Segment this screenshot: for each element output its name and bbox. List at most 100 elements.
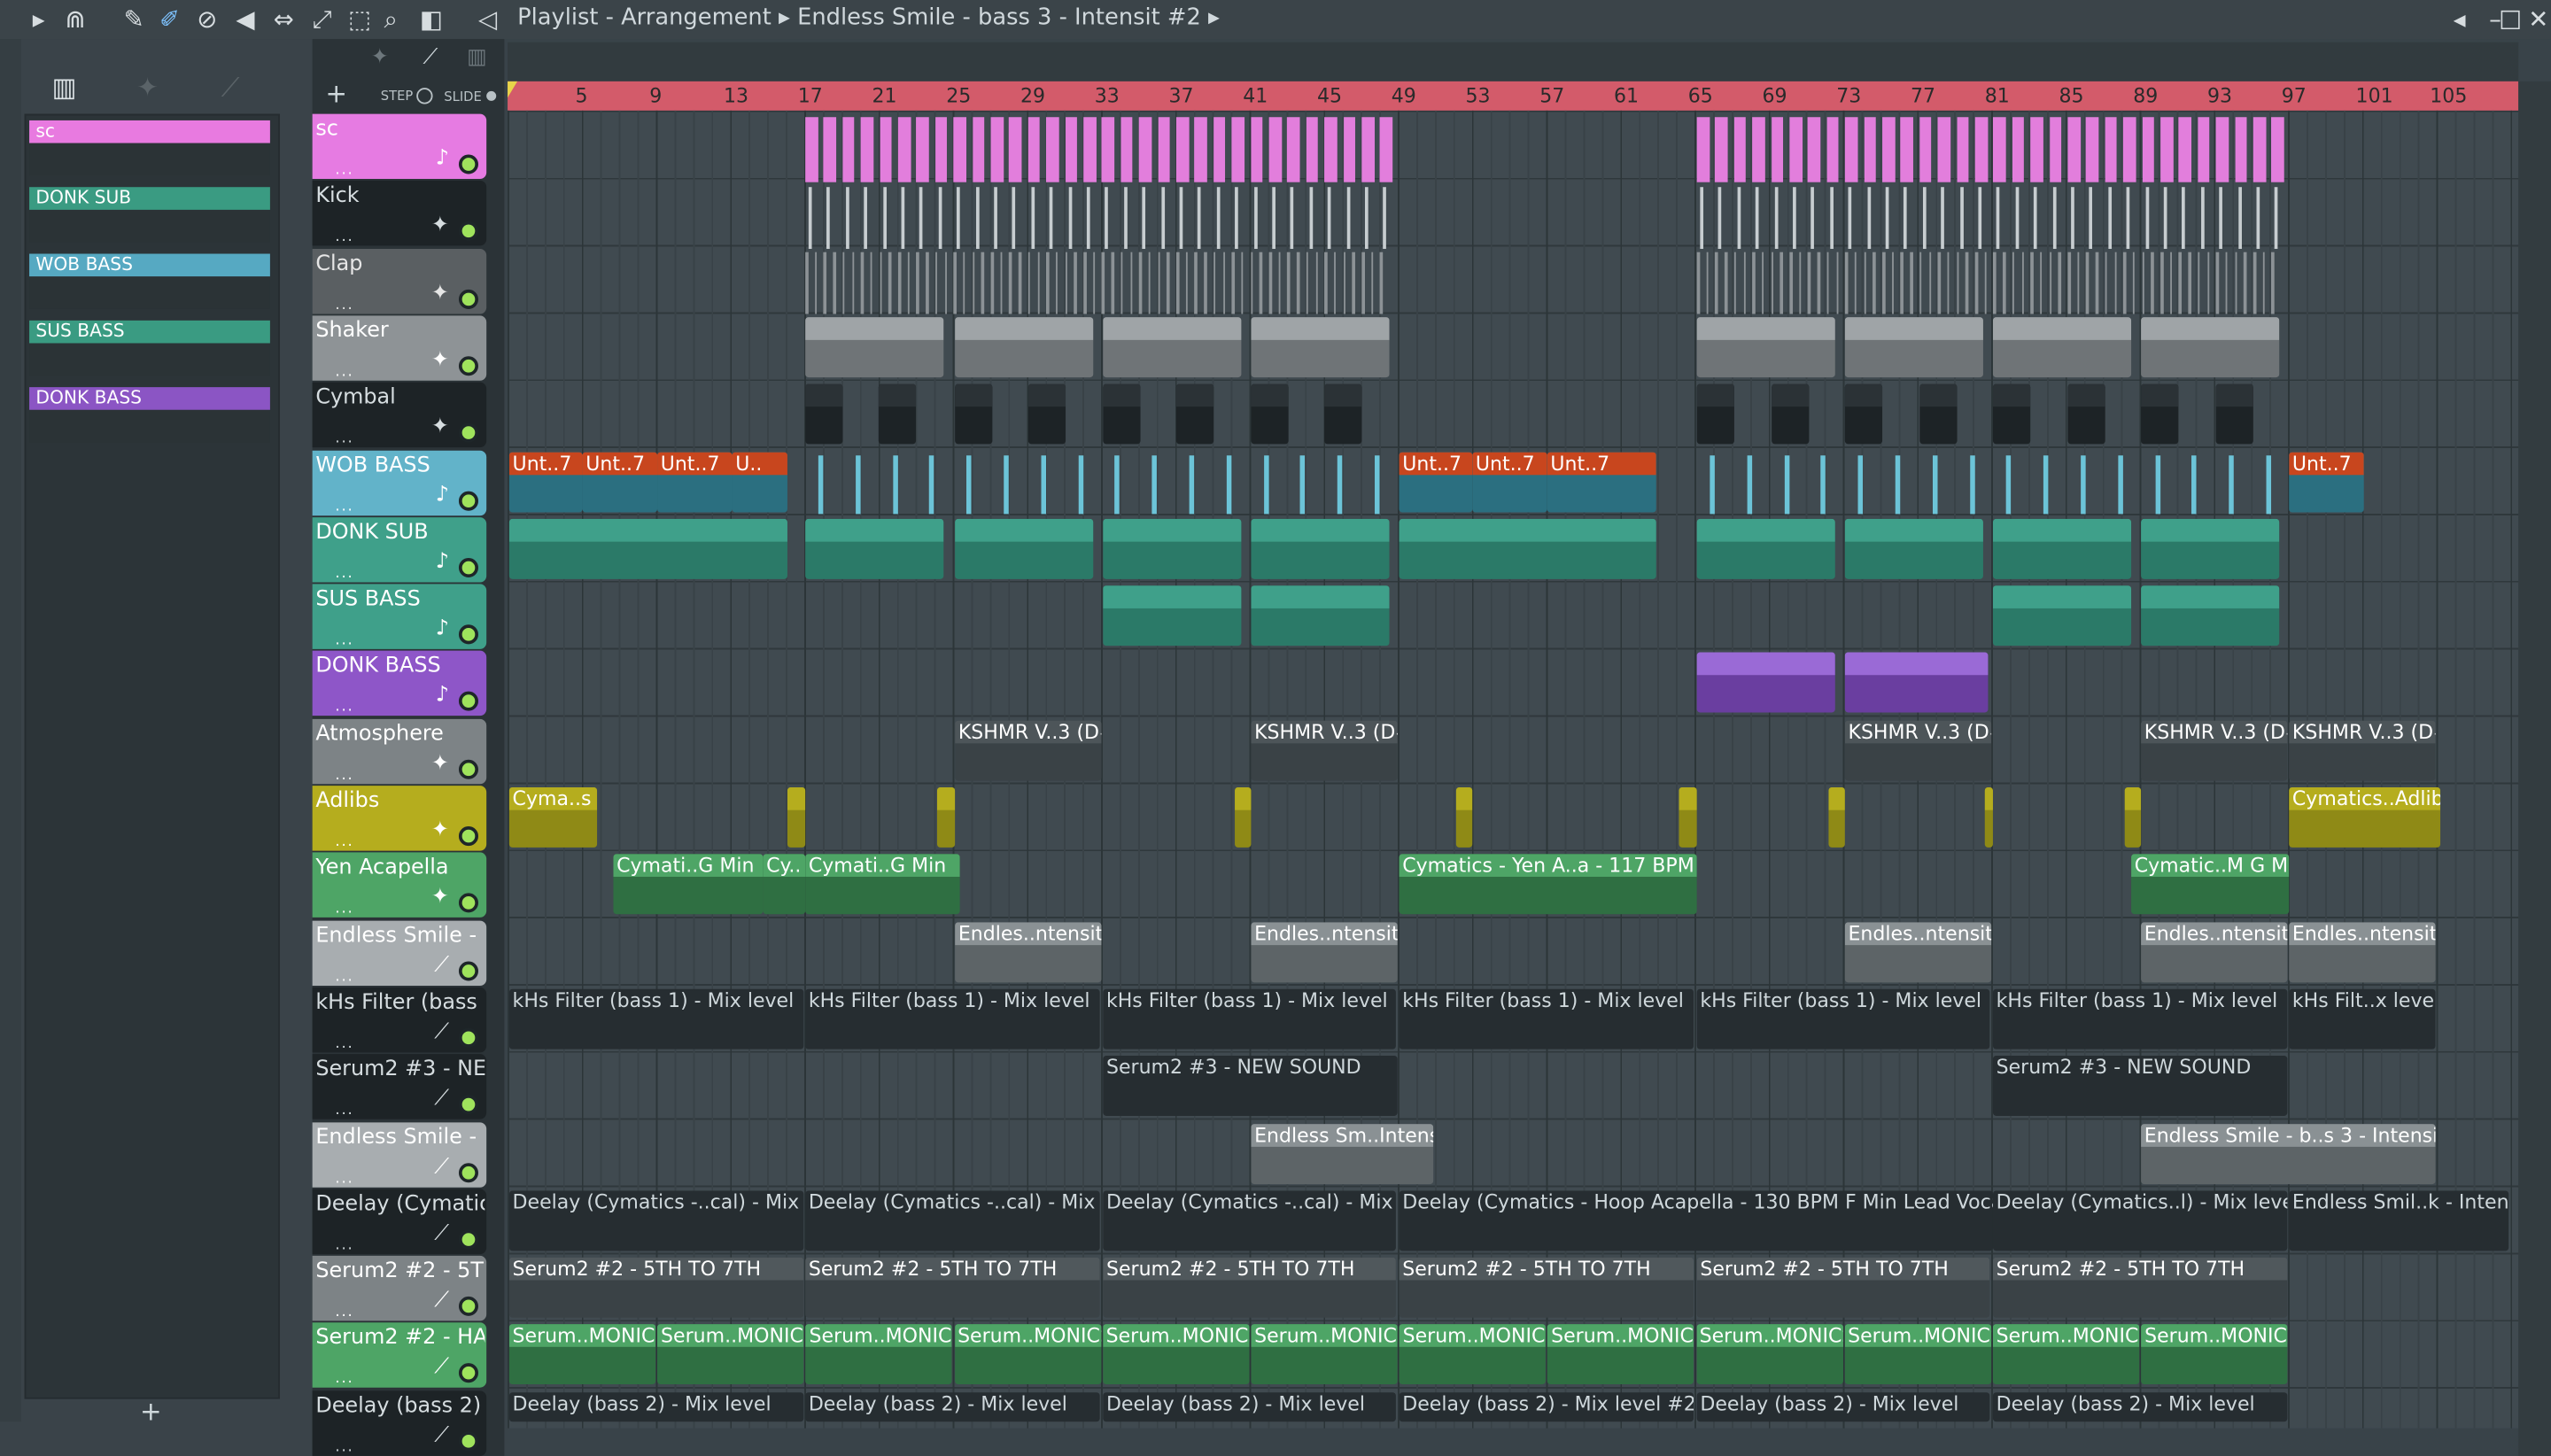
- track-grip[interactable]: ...: [335, 1237, 353, 1253]
- arrow-icon[interactable]: ◂: [2454, 5, 2466, 35]
- cymbal-clip[interactable]: [2215, 383, 2253, 445]
- playlist-clip[interactable]: Unt..7: [1399, 451, 1473, 512]
- add-track-button[interactable]: +: [325, 78, 347, 109]
- song-overview[interactable]: [508, 42, 2519, 81]
- playlist-clip[interactable]: Unt..7: [1472, 451, 1547, 512]
- track-enable-led[interactable]: [458, 826, 478, 847]
- track-grip[interactable]: ...: [335, 834, 353, 850]
- playlist-clip[interactable]: Cymatics - Yen A..a - 117 BPM G Min: [1399, 854, 1697, 915]
- breadcrumb[interactable]: Endless Smile - bass 3 - Intensit #2: [797, 5, 1201, 31]
- playlist-clip[interactable]: Serum2 #2 - 5TH TO 7TH: [508, 1257, 804, 1318]
- track-grip[interactable]: ...: [335, 364, 353, 380]
- playlist-clip[interactable]: Serum..MONICS: [1844, 1324, 1991, 1385]
- playlist-clip[interactable]: kHs Filter (bass 1) - Mix level: [508, 988, 804, 1049]
- playlist-clip[interactable]: U..: [732, 451, 787, 512]
- shaker-clip[interactable]: [805, 316, 944, 377]
- donk-sub-clip[interactable]: [955, 518, 1094, 579]
- playlist-clip[interactable]: kHs Filter (bass 1) - Mix level: [805, 988, 1100, 1049]
- track-enable-led[interactable]: [458, 759, 478, 779]
- close-icon[interactable]: ✕: [2528, 5, 2548, 35]
- track-header[interactable]: Cymbal ✦...: [312, 382, 487, 448]
- donk-bass-clip[interactable]: [1844, 653, 1989, 714]
- track-header[interactable]: SUS BASS ♪...: [312, 584, 487, 650]
- cymbal-clip[interactable]: [878, 383, 917, 445]
- adlib-clip[interactable]: [1235, 786, 1252, 848]
- pattern-item[interactable]: WOB BASS: [29, 253, 270, 313]
- adlib-clip[interactable]: [787, 786, 806, 848]
- adlib-clip[interactable]: [1984, 786, 1993, 848]
- track-header[interactable]: Deelay (Cymatics.. ⟋...: [312, 1189, 487, 1254]
- playlist-clip[interactable]: Deelay (Cymatics -..cal) - Mix level: [508, 1190, 804, 1251]
- playlist-clip[interactable]: Cymatic..M G Min: [2131, 854, 2290, 915]
- track-header[interactable]: Shaker ✦...: [312, 315, 487, 381]
- donk-sub-clip[interactable]: [1103, 518, 1242, 579]
- playlist-clip[interactable]: Endles..ntensit: [955, 921, 1102, 982]
- track-enable-led[interactable]: [458, 490, 478, 510]
- cymbal-clip[interactable]: [1103, 383, 1141, 445]
- playlist-clip[interactable]: Cy..: [763, 854, 806, 915]
- donk-sub-clip[interactable]: [1399, 518, 1656, 579]
- audio-icon[interactable]: ✦: [136, 72, 159, 103]
- shaker-clip[interactable]: [1696, 316, 1835, 377]
- track-enable-led[interactable]: [458, 1162, 478, 1182]
- track-header[interactable]: DONK SUB ♪...: [312, 516, 487, 583]
- track-enable-led[interactable]: [458, 1229, 478, 1250]
- donk-sub-clip[interactable]: [805, 518, 944, 579]
- playlist-clip[interactable]: Deelay (Cymatics -..cal) - Mix level: [1103, 1190, 1396, 1251]
- track-grip[interactable]: ...: [335, 1439, 353, 1455]
- playlist-clip[interactable]: Unt..7: [657, 451, 733, 512]
- playlist-clip[interactable]: kHs Filter (bass 1) - Mix level: [1696, 988, 1990, 1049]
- audio-icon[interactable]: ✦: [371, 45, 389, 70]
- cymbal-clip[interactable]: [1027, 383, 1066, 445]
- playlist-clip[interactable]: Endles..ntensit: [2289, 921, 2436, 982]
- track-header[interactable]: Serum2 #3 - NEW.. ⟋...: [312, 1054, 487, 1119]
- playlist-clip[interactable]: Deelay (bass 2) - Mix level: [1696, 1391, 1990, 1421]
- playlist-clip[interactable]: Endles..ntensit: [1844, 921, 1992, 982]
- shaker-clip[interactable]: [2141, 316, 2280, 377]
- adlib-clip[interactable]: [1679, 786, 1697, 848]
- track-grip[interactable]: ...: [335, 633, 353, 649]
- cymbal-clip[interactable]: [2067, 383, 2105, 445]
- track-enable-led[interactable]: [458, 1363, 478, 1383]
- track-header[interactable]: Deelay (bass 2) -.. ⟋...: [312, 1390, 487, 1456]
- playlist-clip[interactable]: Deelay (bass 2) - Mix level: [805, 1391, 1100, 1421]
- zoom-icon[interactable]: ⌕: [384, 5, 397, 35]
- playlist-clip[interactable]: Serum..MONICS: [1251, 1324, 1398, 1385]
- playlist-clip[interactable]: Serum2 #3 - NEW SOUND: [1992, 1056, 2288, 1117]
- playlist-clip[interactable]: Deelay (Cymatics -..cal) - Mix level: [805, 1190, 1100, 1251]
- pattern-item[interactable]: DONK SUB: [29, 187, 270, 245]
- song-start-marker[interactable]: [508, 81, 518, 98]
- shaker-clip[interactable]: [1103, 316, 1242, 377]
- playlist-clip[interactable]: Serum..MONICS: [954, 1324, 1101, 1385]
- cymbal-clip[interactable]: [1844, 383, 1883, 445]
- track-enable-led[interactable]: [458, 1430, 478, 1451]
- playlist-clip[interactable]: Serum..MONICS: [1102, 1324, 1250, 1385]
- cymbal-clip[interactable]: [1772, 383, 1810, 445]
- track-grip[interactable]: ...: [335, 902, 353, 918]
- playlist-clip[interactable]: Unt..7: [2289, 451, 2364, 512]
- donk-sub-clip[interactable]: [1251, 518, 1390, 579]
- automation-icon[interactable]: ⟋: [221, 72, 240, 105]
- playlist-clip[interactable]: Serum2 #2 - 5TH TO 7TH: [1103, 1257, 1396, 1318]
- playlist-clip[interactable]: KSHMR V..3 (D#): [2141, 720, 2288, 781]
- track-enable-led[interactable]: [458, 1095, 478, 1115]
- track-grip[interactable]: ...: [335, 1171, 353, 1187]
- shaker-clip[interactable]: [1992, 316, 2132, 377]
- playlist-clip[interactable]: KSHMR V..3 (D#): [2289, 720, 2436, 781]
- sus-bass-clip[interactable]: [1251, 585, 1390, 647]
- playlist-clip[interactable]: Serum2 #3 - NEW SOUND: [1103, 1056, 1398, 1117]
- track-grip[interactable]: ...: [335, 499, 353, 515]
- track-grip[interactable]: ...: [335, 700, 353, 716]
- track-header[interactable]: Adlibs ✦...: [312, 786, 487, 851]
- add-pattern-icon[interactable]: +: [140, 1396, 162, 1427]
- cymbal-clip[interactable]: [1696, 383, 1734, 445]
- paint-icon[interactable]: ✐: [159, 5, 180, 35]
- track-header[interactable]: sc ♪...: [312, 113, 487, 180]
- track-grip[interactable]: ...: [335, 1305, 353, 1320]
- playlist-clip[interactable]: Serum2 #2 - 5TH TO 7TH: [1696, 1257, 1990, 1318]
- playlist-clip[interactable]: Serum2 #2 - 5TH TO 7TH: [1992, 1257, 2288, 1318]
- cymbal-clip[interactable]: [955, 383, 993, 445]
- track-enable-led[interactable]: [458, 1297, 478, 1317]
- cymbal-clip[interactable]: [1175, 383, 1214, 445]
- track-header[interactable]: Clap ✦...: [312, 248, 487, 314]
